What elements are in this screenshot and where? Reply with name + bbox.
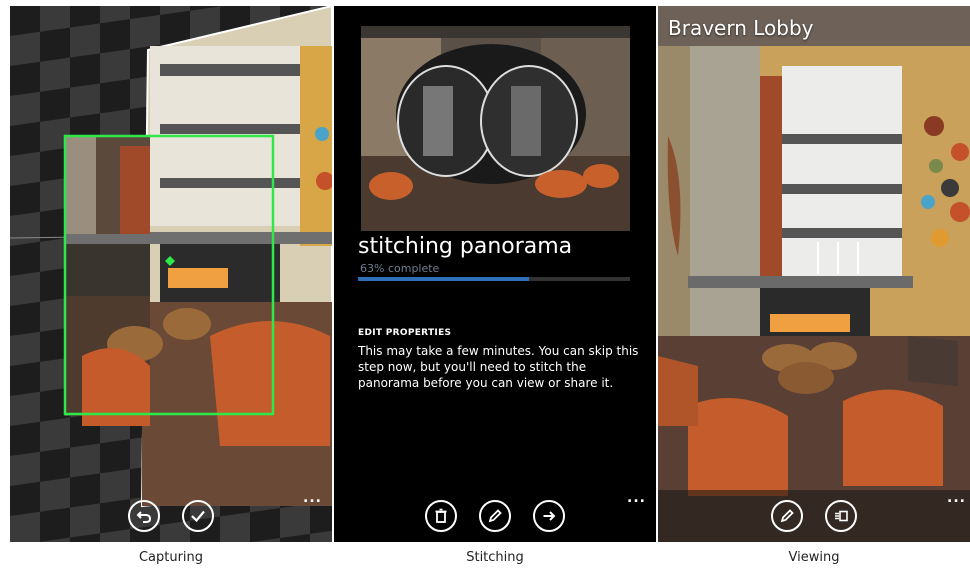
stitching-title: stitching panorama [358,234,573,259]
share-button[interactable] [825,500,857,532]
accept-button[interactable] [182,500,214,532]
edit-button[interactable] [479,500,511,532]
delete-button[interactable] [425,500,457,532]
app-bar [10,490,332,542]
progress-bar-fill [358,277,530,281]
undo-button[interactable] [128,500,160,532]
caption-viewing: Viewing [788,550,840,565]
check-icon [191,510,205,523]
stitching-description: This may take a few minutes. You can ski… [358,344,639,390]
stitching-screen: stitching panorama 63% complete EDIT PRO… [334,6,656,542]
progress-bar [358,277,630,281]
caption-stitching: Stitching [466,550,524,565]
more-options-button[interactable]: ... [947,490,966,506]
undo-icon [136,511,152,523]
edit-icon [488,509,502,523]
capturing-screen: ... [10,6,332,542]
next-button[interactable] [533,500,565,532]
edit-button[interactable] [771,500,803,532]
panorama-thumbnail [361,26,630,231]
panorama-title: Bravern Lobby [668,16,814,40]
app-bar [658,490,970,542]
more-options-button[interactable]: ... [627,490,646,506]
share-icon [835,510,848,522]
more-options-button[interactable]: ... [303,490,322,506]
viewing-screen: Bravern Lobby ... [658,6,970,542]
caption-capturing: Capturing [138,550,204,565]
panorama-view [658,6,970,542]
capture-viewfinder [10,6,332,542]
delete-icon [435,508,447,523]
edit-icon [780,509,794,523]
next-arrow-icon [543,511,556,521]
app-bar [334,490,656,542]
edit-properties-heading[interactable]: EDIT PROPERTIES [358,328,451,338]
progress-text: 63% complete [360,262,440,275]
